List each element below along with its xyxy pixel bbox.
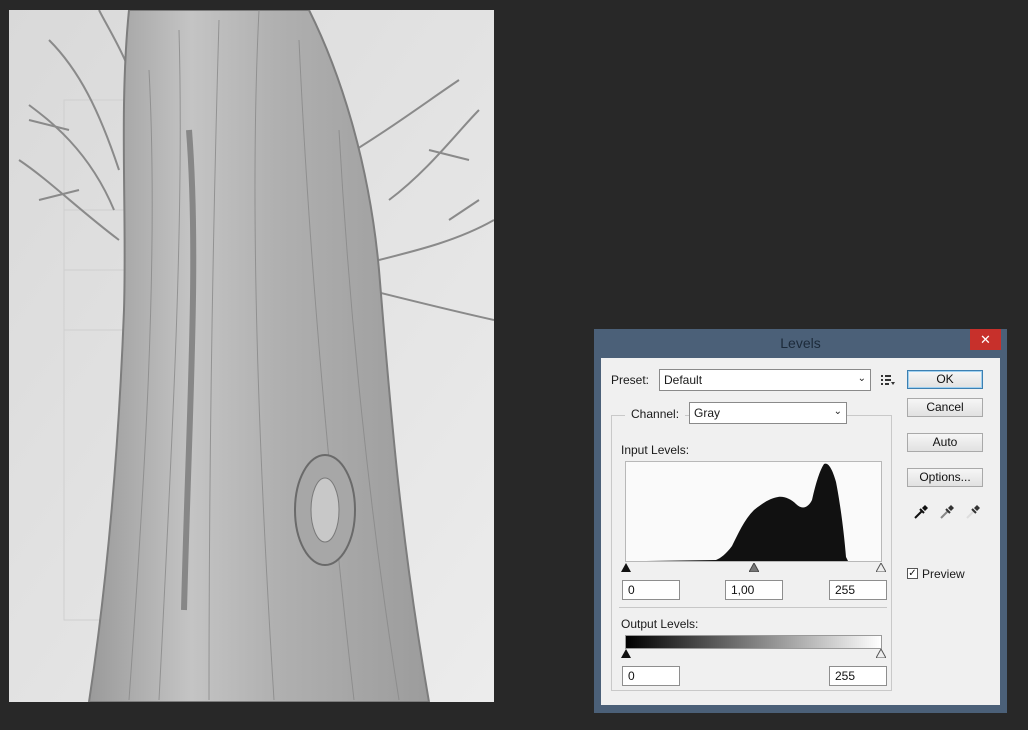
gray-eyedropper-icon[interactable] (939, 504, 955, 520)
output-levels-label: Output Levels: (621, 617, 699, 631)
dialog-body: Preset: Default ⌄ Channel: Gray ⌄ Input … (601, 358, 1000, 705)
input-white-slider[interactable] (876, 563, 886, 572)
preview-checkbox[interactable]: ✓ (907, 568, 918, 579)
histogram (625, 461, 882, 562)
close-button[interactable]: ✕ (970, 329, 1001, 350)
black-eyedropper-icon[interactable] (913, 504, 929, 520)
channel-select[interactable]: Gray ⌄ (689, 402, 847, 424)
input-gamma-slider[interactable] (749, 563, 759, 572)
separator (619, 607, 887, 608)
histogram-graph (646, 463, 848, 561)
ok-button[interactable]: OK (907, 370, 983, 389)
output-white-slider[interactable] (876, 649, 886, 658)
preset-value: Default (664, 373, 703, 387)
preset-select[interactable]: Default ⌄ (659, 369, 871, 391)
options-button[interactable]: Options... (907, 468, 983, 487)
cancel-button[interactable]: Cancel (907, 398, 983, 417)
chevron-down-icon: ⌄ (857, 373, 866, 384)
preset-options-icon[interactable] (881, 374, 895, 386)
auto-button[interactable]: Auto (907, 433, 983, 452)
title-bar[interactable]: Levels ✕ (594, 329, 1007, 358)
preview-label: Preview (922, 567, 965, 581)
document-canvas[interactable] (9, 10, 494, 702)
levels-dialog: Levels ✕ Preset: Default ⌄ Channel: Gray… (594, 329, 1007, 713)
channel-value: Gray (694, 406, 721, 420)
output-black-field[interactable]: 0 (622, 666, 680, 686)
dialog-title: Levels (780, 335, 821, 351)
output-black-slider[interactable] (621, 649, 631, 658)
white-eyedropper-icon[interactable] (965, 504, 981, 520)
chevron-down-icon: ⌄ (833, 406, 842, 417)
input-levels-label: Input Levels: (621, 443, 690, 457)
input-black-field[interactable]: 0 (622, 580, 680, 600)
channel-label: Channel: (625, 407, 686, 421)
preset-label: Preset: (611, 373, 650, 387)
input-white-field[interactable]: 255 (829, 580, 887, 600)
output-white-field[interactable]: 255 (829, 666, 887, 686)
input-gamma-field[interactable]: 1,00 (725, 580, 783, 600)
output-gradient-bar (625, 635, 882, 649)
input-black-slider[interactable] (621, 563, 631, 572)
tree-sketch-image (9, 10, 494, 702)
